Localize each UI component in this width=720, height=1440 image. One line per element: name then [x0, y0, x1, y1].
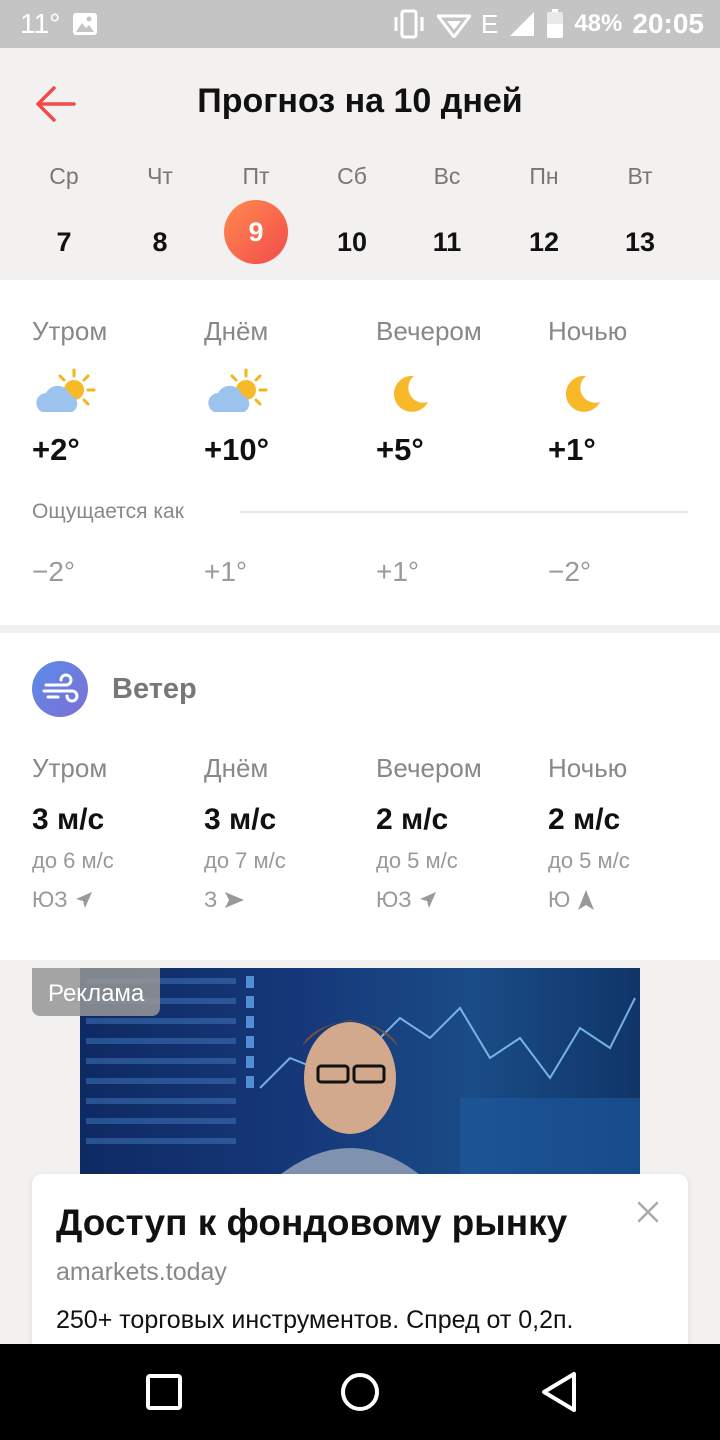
wind-speed: 2 м/с: [548, 803, 621, 836]
day-item[interactable]: Сб 10: [312, 160, 392, 274]
signal-icon: [510, 12, 535, 36]
east-arrow-icon: [225, 892, 245, 908]
forecast-card: Утром +2° −2° Днём +10° +1° Вечером +5° …: [0, 280, 720, 625]
feels-like-label: Ощущается как: [32, 500, 184, 523]
feels-like-value: +1°: [376, 556, 420, 587]
period-label: Вечером: [376, 753, 482, 783]
divider: [240, 511, 688, 513]
day-name: Сб: [337, 163, 367, 189]
north-arrow-icon: [578, 890, 595, 910]
ad-block[interactable]: Реклама Доступ к фондовому рынку amarket…: [0, 968, 720, 1344]
network-type: E: [480, 8, 499, 39]
period-label: Днём: [204, 316, 269, 346]
period-evening: Вечером: [376, 316, 546, 347]
day-item[interactable]: Чт 8: [120, 160, 200, 274]
home-button[interactable]: [336, 1368, 384, 1416]
moon-icon: [393, 375, 428, 412]
day-item[interactable]: Ср 7: [24, 160, 104, 274]
period-day: Днём: [204, 316, 374, 347]
wind-direction-label: ЮЗ: [376, 887, 412, 912]
ad-card[interactable]: Доступ к фондовому рынку amarkets.today …: [32, 1174, 688, 1344]
ad-image[interactable]: [80, 968, 640, 1178]
recents-button[interactable]: [140, 1368, 188, 1416]
day-name: Вт: [627, 163, 653, 189]
wind-speed: 3 м/с: [32, 803, 105, 836]
day-name: Вс: [433, 163, 461, 189]
period-label: Ночью: [548, 316, 628, 346]
back-button[interactable]: [536, 1368, 584, 1416]
partly-cloudy-icon: [36, 368, 96, 412]
period-morning: Утром: [32, 316, 202, 347]
wind-speed: 2 м/с: [376, 803, 449, 836]
wind-gust: до 5 м/с: [376, 848, 458, 873]
wind-title: Ветер: [112, 673, 197, 705]
moon-icon: [565, 375, 600, 412]
day-number: 7: [56, 227, 72, 257]
period-label: Ночью: [548, 753, 628, 783]
northeast-arrow-icon: [419, 892, 436, 908]
northeast-arrow-icon: [75, 892, 92, 908]
period-label: Утром: [32, 316, 108, 346]
period-label: Днём: [204, 753, 269, 783]
day-item[interactable]: Пн 12: [504, 160, 584, 274]
forecast-header: Прогноз на 10 дней Ср 7 Чт 8 Пт 9 Сб 10 …: [0, 48, 720, 280]
day-name: Ср: [49, 163, 79, 189]
partly-cloudy-icon: [208, 368, 268, 412]
wind-gust: до 6 м/с: [32, 848, 114, 873]
ad-title[interactable]: Доступ к фондовому рынку: [56, 1202, 567, 1244]
battery-percent: 48%: [574, 10, 623, 37]
status-bar: 11° E 48% 20:05: [0, 0, 720, 48]
period-label: Вечером: [376, 316, 482, 346]
day-item[interactable]: Вс 11: [407, 160, 487, 274]
day-number: 8: [152, 227, 168, 257]
status-time: 20:05: [632, 8, 704, 39]
temperature: +10°: [204, 432, 269, 467]
wind-icon: [32, 661, 88, 717]
temperature: +5°: [376, 432, 424, 467]
period-night: Ночью: [548, 316, 718, 347]
day-selector: Ср 7 Чт 8 Пт 9 Сб 10 Вс 11 Пн 12 Вт 13: [0, 160, 720, 270]
day-name: Пт: [242, 163, 270, 189]
day-number: 11: [432, 227, 462, 257]
day-name: Чт: [147, 163, 173, 189]
wind-direction-label: ЮЗ: [32, 887, 68, 912]
day-number: 10: [336, 227, 368, 257]
day-number: 13: [624, 227, 656, 257]
feels-like-value: −2°: [32, 556, 76, 587]
day-number: 12: [528, 227, 560, 257]
wifi-icon: [436, 14, 471, 38]
close-icon[interactable]: [634, 1198, 662, 1226]
day-item-selected[interactable]: Пт 9: [216, 160, 296, 264]
battery-icon: [547, 9, 564, 38]
wind-speed: 3 м/с: [204, 803, 277, 836]
feels-like-value: +1°: [204, 556, 248, 587]
wind-direction: З: [204, 887, 245, 913]
feels-like-value: −2°: [548, 556, 592, 587]
wind-card: Ветер Утром 3 м/с до 6 м/с ЮЗ Днём 3 м/с…: [0, 633, 720, 960]
ad-text: 250+ торговых инструментов. Спред от 0,2…: [56, 1306, 574, 1334]
temperature: +2°: [32, 432, 80, 467]
wind-direction: ЮЗ: [32, 887, 94, 913]
day-number: 9: [224, 200, 288, 264]
wind-gust: до 7 м/с: [204, 848, 286, 873]
ad-label-badge: Реклама: [32, 968, 161, 1016]
period-label: Утром: [32, 753, 108, 783]
wind-direction-label: Ю: [548, 887, 571, 912]
status-right-group: E 48% 20:05: [391, 6, 704, 42]
status-temperature: 11°: [20, 8, 61, 39]
page-title: Прогноз на 10 дней: [197, 82, 523, 120]
wind-direction: Ю: [548, 887, 596, 913]
navigation-bar: [0, 1344, 720, 1440]
day-name: Пн: [529, 163, 559, 189]
wind-direction-label: З: [204, 887, 218, 912]
wind-gust: до 5 м/с: [548, 848, 630, 873]
ad-domain[interactable]: amarkets.today: [56, 1258, 227, 1287]
day-item[interactable]: Вт 13: [600, 160, 680, 274]
temperature: +1°: [548, 432, 596, 467]
wind-direction: ЮЗ: [376, 887, 438, 913]
stock-chart-illustration: [86, 976, 640, 1178]
vibrate-icon: [394, 9, 424, 39]
image-icon: [73, 13, 97, 35]
